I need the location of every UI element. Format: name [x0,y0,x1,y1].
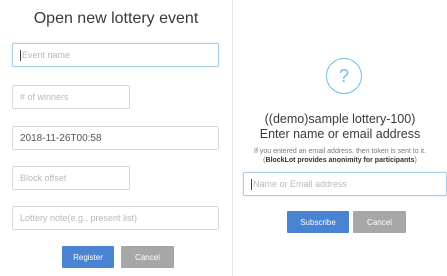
email-info-text: If you entered an email address, then to… [254,148,426,155]
anonymity-text: BlockLot provides anonimity for particip… [265,157,415,164]
lottery-note-input[interactable]: Lottery note(e.g., present list) [12,206,219,230]
lottery-note-placeholder: Lottery note(e.g., present list) [20,213,138,223]
winners-placeholder: # of winners [20,92,69,102]
open-lottery-panel: Open new lottery event Event name # of w… [0,0,232,276]
datetime-input[interactable]: 2018-11-26T00:58 [12,126,219,150]
question-glyph: ? [338,65,349,86]
winners-input[interactable]: # of winners [12,85,130,109]
anonymity-info: (BlockLot provides anonimity for partici… [233,157,447,164]
text-caret [20,49,21,61]
open-lottery-title: Open new lottery event [33,10,199,27]
block-offset-input[interactable]: Block offset [12,166,130,190]
subscribe-button[interactable]: Subscribe [287,211,349,233]
cancel-button[interactable]: Cancel [121,246,174,268]
question-icon: ? [326,58,362,94]
event-name-input[interactable]: Event name [12,43,219,67]
enter-name-title: Enter name or email address [259,127,421,141]
event-name-placeholder: Event name [22,50,71,60]
cancel-subscribe-button[interactable]: Cancel [353,211,406,233]
text-caret [251,178,252,190]
register-button[interactable]: Register [62,246,114,268]
block-offset-placeholder: Block offset [20,173,67,183]
name-email-placeholder: Name or Email address [253,179,348,189]
anonymity-suffix: ) [414,157,417,164]
name-email-input[interactable]: Name or Email address [243,172,447,196]
datetime-value: 2018-11-26T00:58 [20,132,102,144]
lottery-name-title: ((demo)sample lottery-100) [264,112,416,126]
